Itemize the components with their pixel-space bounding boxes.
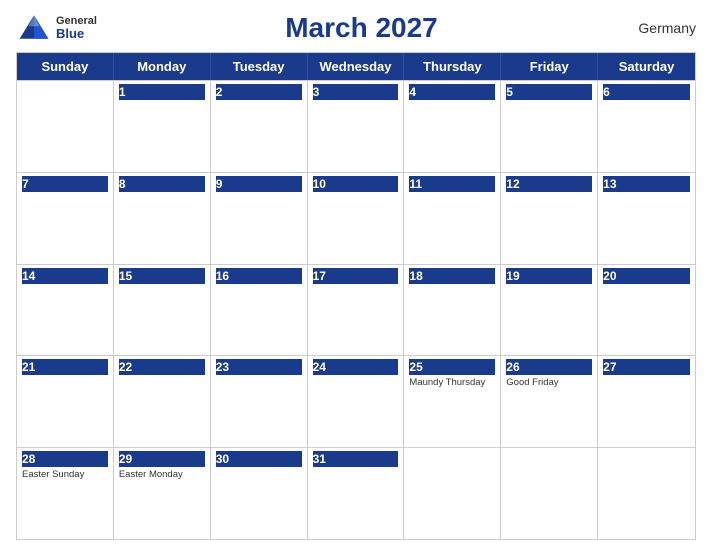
calendar-cell: 25 Maundy Thursday	[404, 356, 501, 447]
calendar-cell: 17	[308, 265, 405, 356]
day-number: 31	[313, 451, 399, 467]
calendar-cell: 2	[211, 81, 308, 172]
day-number: 4	[409, 84, 495, 100]
calendar-body: 1234567891011121314151617181920212223242…	[17, 80, 695, 539]
day-number: 11	[409, 176, 495, 192]
weekday-saturday: Saturday	[598, 53, 695, 80]
calendar-cell: 8	[114, 173, 211, 264]
calendar-cell: 12	[501, 173, 598, 264]
day-number: 7	[22, 176, 108, 192]
calendar-cell: 20	[598, 265, 695, 356]
day-number: 22	[119, 359, 205, 375]
logo-blue-text: Blue	[56, 27, 97, 41]
logo-text: General Blue	[56, 15, 97, 41]
calendar-cell: 13	[598, 173, 695, 264]
calendar-title: March 2027	[97, 12, 626, 44]
day-number: 29	[119, 451, 205, 467]
calendar-cell	[17, 81, 114, 172]
calendar-cell: 10	[308, 173, 405, 264]
day-number: 23	[216, 359, 302, 375]
day-number: 21	[22, 359, 108, 375]
calendar-cell: 21	[17, 356, 114, 447]
week-row-4: 21 22 23 24 25 Maundy Thursday 26 Good Friday 27	[17, 355, 695, 447]
week-row-2: 789 10 11 12 13	[17, 172, 695, 264]
calendar-cell: 7	[17, 173, 114, 264]
day-number: 2	[216, 84, 302, 100]
calendar-cell: 5	[501, 81, 598, 172]
calendar-cell: 9	[211, 173, 308, 264]
weekday-friday: Friday	[501, 53, 598, 80]
calendar-cell: 22	[114, 356, 211, 447]
day-number: 27	[603, 359, 690, 375]
calendar-cell: 23	[211, 356, 308, 447]
day-number: 13	[603, 176, 690, 192]
weekday-tuesday: Tuesday	[211, 53, 308, 80]
calendar-cell: 28 Easter Sunday	[17, 448, 114, 539]
day-number: 26	[506, 359, 592, 375]
calendar-cell: 27	[598, 356, 695, 447]
holiday-label: Easter Monday	[119, 469, 205, 481]
day-number: 5	[506, 84, 592, 100]
calendar-cell	[404, 448, 501, 539]
day-number: 12	[506, 176, 592, 192]
weekday-sunday: Sunday	[17, 53, 114, 80]
calendar-cell: 1	[114, 81, 211, 172]
calendar-cell: 4	[404, 81, 501, 172]
weekday-monday: Monday	[114, 53, 211, 80]
day-number: 3	[313, 84, 399, 100]
holiday-label: Maundy Thursday	[409, 377, 495, 389]
calendar-cell: 24	[308, 356, 405, 447]
calendar-cell	[501, 448, 598, 539]
calendar-cell: 16	[211, 265, 308, 356]
page-header: General Blue March 2027 Germany	[16, 10, 696, 46]
weekday-wednesday: Wednesday	[308, 53, 405, 80]
calendar-cell: 18	[404, 265, 501, 356]
calendar-cell: 15	[114, 265, 211, 356]
day-number: 30	[216, 451, 302, 467]
day-number: 20	[603, 268, 690, 284]
day-number: 10	[313, 176, 399, 192]
day-number: 17	[313, 268, 399, 284]
day-number: 6	[603, 84, 690, 100]
calendar-cell: 3	[308, 81, 405, 172]
calendar-cell: 31	[308, 448, 405, 539]
calendar-cell: 30	[211, 448, 308, 539]
day-number: 15	[119, 268, 205, 284]
calendar-cell: 26 Good Friday	[501, 356, 598, 447]
weekday-header-row: Sunday Monday Tuesday Wednesday Thursday…	[17, 53, 695, 80]
day-number: 14	[22, 268, 108, 284]
calendar-cell: 6	[598, 81, 695, 172]
country-label: Germany	[626, 20, 696, 36]
calendar-cell: 11	[404, 173, 501, 264]
day-number: 16	[216, 268, 302, 284]
calendar-cell: 14	[17, 265, 114, 356]
day-number: 18	[409, 268, 495, 284]
calendar-cell: 19	[501, 265, 598, 356]
week-row-1: 123456	[17, 80, 695, 172]
day-number: 25	[409, 359, 495, 375]
calendar-page: General Blue March 2027 Germany Sunday M…	[0, 0, 712, 550]
week-row-5: 28 Easter Sunday 29 Easter Monday 30 31	[17, 447, 695, 539]
day-number: 1	[119, 84, 205, 100]
day-number: 8	[119, 176, 205, 192]
day-number: 24	[313, 359, 399, 375]
calendar-grid: Sunday Monday Tuesday Wednesday Thursday…	[16, 52, 696, 540]
day-number: 9	[216, 176, 302, 192]
logo-icon	[16, 10, 52, 46]
weekday-thursday: Thursday	[404, 53, 501, 80]
calendar-cell	[598, 448, 695, 539]
logo: General Blue	[16, 10, 97, 46]
day-number: 19	[506, 268, 592, 284]
calendar-cell: 29 Easter Monday	[114, 448, 211, 539]
day-number: 28	[22, 451, 108, 467]
holiday-label: Easter Sunday	[22, 469, 108, 481]
week-row-3: 14 15 16 17 18 19 20	[17, 264, 695, 356]
holiday-label: Good Friday	[506, 377, 592, 389]
